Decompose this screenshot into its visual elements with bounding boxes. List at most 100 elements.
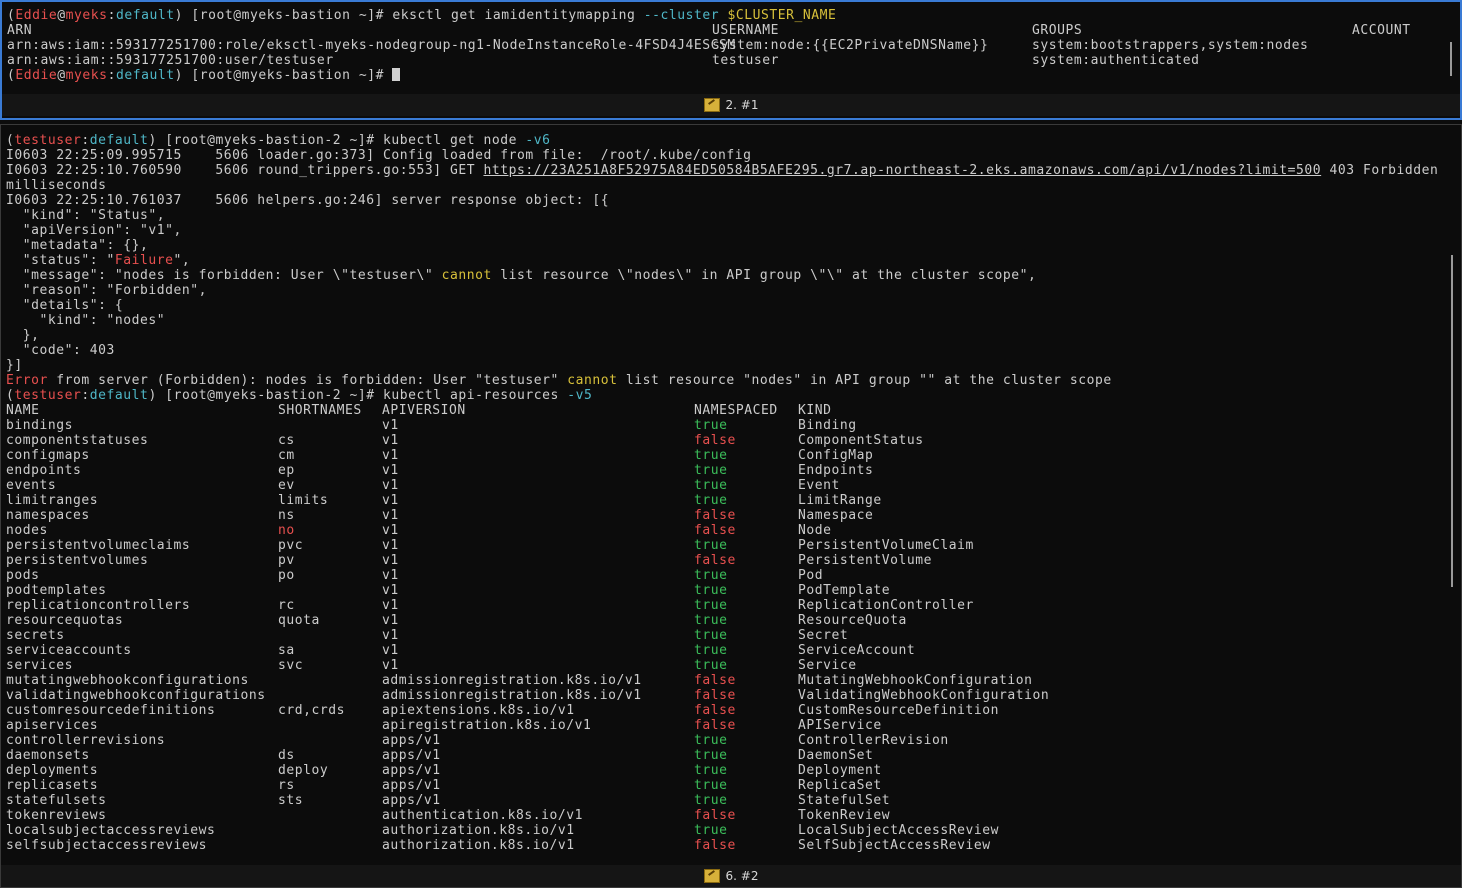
table-row: componentstatuses cs v1 false ComponentStatu… [6, 433, 1447, 448]
cell-api: v1 [382, 628, 399, 643]
log-line: milliseconds [6, 178, 107, 193]
cell-short: cs [278, 433, 295, 448]
pane-title: 2. #1 [725, 98, 759, 112]
cell-kind: ConfigMap [798, 448, 874, 463]
json-line: "metadata": {}, [6, 238, 149, 253]
cell-kind: PodTemplate [798, 583, 891, 598]
cell-name: apiservices [6, 718, 99, 733]
cell-short: crd,crds [278, 703, 346, 718]
cell-name: replicationcontrollers [6, 598, 191, 613]
request-url-link[interactable]: https://23A251A8F52975A84ED50584B5AFE295… [483, 163, 1321, 178]
cell-short: ep [278, 463, 295, 478]
cell-short: rc [278, 598, 295, 613]
cell-short: no [278, 523, 295, 538]
cell-api: authentication.k8s.io/v1 [382, 808, 584, 823]
cell-name: events [6, 478, 57, 493]
prompt-line: (Eddie@myeks:default) [root@myeks-bastio… [7, 8, 837, 23]
cell-name: statefulsets [6, 793, 107, 808]
cell-name: namespaces [6, 508, 90, 523]
log-line: I0603 22:25:10.761037 5606 helpers.go:24… [6, 193, 610, 208]
cell-kind: ComponentStatus [798, 433, 924, 448]
cell-name: bindings [6, 418, 74, 433]
cell-kind: Deployment [798, 763, 882, 778]
cell-kind: Binding [798, 418, 857, 433]
cell-api: v1 [382, 508, 399, 523]
cell-name: podtemplates [6, 583, 107, 598]
cell-api: v1 [382, 448, 399, 463]
table-row: persistentvolumes pv v1 false PersistentVolu… [6, 553, 1447, 568]
json-line: "status": "Failure", [6, 253, 191, 268]
table-row: pods po v1 true Pod [6, 568, 1447, 583]
table-row: serviceaccounts sa v1 true ServiceAccount [6, 643, 1447, 658]
table-row: deployments deploy apps/v1 true Deployment [6, 763, 1447, 778]
cell-ns: false [694, 703, 736, 718]
cell-ns: true [694, 598, 728, 613]
json-line: "kind": "Status", [6, 208, 166, 223]
cell-kind: ServiceAccount [798, 643, 916, 658]
table-row: localsubjectaccessreviews authorization.k… [6, 823, 1447, 838]
cell-short: cm [278, 448, 295, 463]
cell-name: persistentvolumeclaims [6, 538, 191, 553]
cell-name: mutatingwebhookconfigurations [6, 673, 249, 688]
terminal-output-top[interactable]: (Eddie@myeks:default) [root@myeks-bastio… [7, 8, 1446, 83]
cell-name: customresourcedefinitions [6, 703, 216, 718]
table-row: apiservices apiregistration.k8s.io/v1 fals… [6, 718, 1447, 733]
terminal-output-bottom[interactable]: (testuser:default) [root@myeks-bastion-2… [6, 133, 1447, 853]
table-row: persistentvolumeclaims pvc v1 true Persisten… [6, 538, 1447, 553]
table-row: arn:aws:iam::593177251700:user/testuser … [7, 53, 1200, 68]
cell-short: po [278, 568, 295, 583]
cell-name: endpoints [6, 463, 82, 478]
table-row: namespaces ns v1 false Namespace [6, 508, 1447, 523]
cell-ns: true [694, 733, 728, 748]
cell-api: apps/v1 [382, 733, 441, 748]
table-row: nodes no v1 false Node [6, 523, 1447, 538]
cell-api: apps/v1 [382, 793, 441, 808]
cell-ns: false [694, 688, 736, 703]
cell-kind: Service [798, 658, 857, 673]
cell-kind: CustomResourceDefinition [798, 703, 1000, 718]
cell-api: admissionregistration.k8s.io/v1 [382, 688, 642, 703]
cell-kind: ReplicaSet [798, 778, 882, 793]
json-line: "reason": "Forbidden", [6, 283, 208, 298]
table-row: selfsubjectaccessreviews authorization.k8… [6, 838, 1447, 853]
cell-api: v1 [382, 478, 399, 493]
table-row: customresourcedefinitions crd,crds apiexte… [6, 703, 1447, 718]
cell-ns: true [694, 493, 728, 508]
pane-status-bar: 2. #1 [2, 94, 1460, 116]
cell-name: serviceaccounts [6, 643, 132, 658]
terminal-pane-bottom[interactable]: (testuser:default) [root@myeks-bastion-2… [0, 124, 1462, 888]
cell-ns: false [694, 523, 736, 538]
json-line: }, [6, 328, 40, 343]
table-row: tokenreviews authentication.k8s.io/v1 fals… [6, 808, 1447, 823]
cell-api: apps/v1 [382, 748, 441, 763]
table-header: ARN USERNAME GROUPS ACCOUNT [7, 23, 1411, 38]
cell-kind: ValidatingWebhookConfiguration [798, 688, 1050, 703]
cell-api: v1 [382, 568, 399, 583]
log-line: I0603 22:25:09.995715 5606 loader.go:373… [6, 148, 752, 163]
cell-ns: true [694, 538, 728, 553]
table-row: limitranges limits v1 true LimitRange [6, 493, 1447, 508]
scrollbar[interactable] [1451, 255, 1453, 587]
wrench-icon [703, 98, 720, 112]
cell-ns: true [694, 823, 728, 838]
cell-kind: MutatingWebhookConfiguration [798, 673, 1033, 688]
cell-short: svc [278, 658, 304, 673]
cell-ns: true [694, 583, 728, 598]
cell-ns: true [694, 793, 728, 808]
cell-kind: Secret [798, 628, 849, 643]
resource-table: bindings v1 true Binding componentstatuses cs… [6, 418, 1447, 853]
wrench-icon [703, 869, 720, 883]
cell-name: persistentvolumes [6, 553, 149, 568]
cell-kind: APIService [798, 718, 882, 733]
cell-kind: ResourceQuota [798, 613, 907, 628]
cell-kind: Endpoints [798, 463, 874, 478]
table-row: endpoints ep v1 true Endpoints [6, 463, 1447, 478]
scrollbar[interactable] [1450, 42, 1452, 76]
cell-short: quota [278, 613, 320, 628]
table-row: services svc v1 true Service [6, 658, 1447, 673]
cell-kind: LocalSubjectAccessReview [798, 823, 1000, 838]
cell-ns: true [694, 658, 728, 673]
terminal-pane-top[interactable]: (Eddie@myeks:default) [root@myeks-bastio… [0, 0, 1462, 120]
cell-name: limitranges [6, 493, 99, 508]
cell-api: v1 [382, 613, 399, 628]
